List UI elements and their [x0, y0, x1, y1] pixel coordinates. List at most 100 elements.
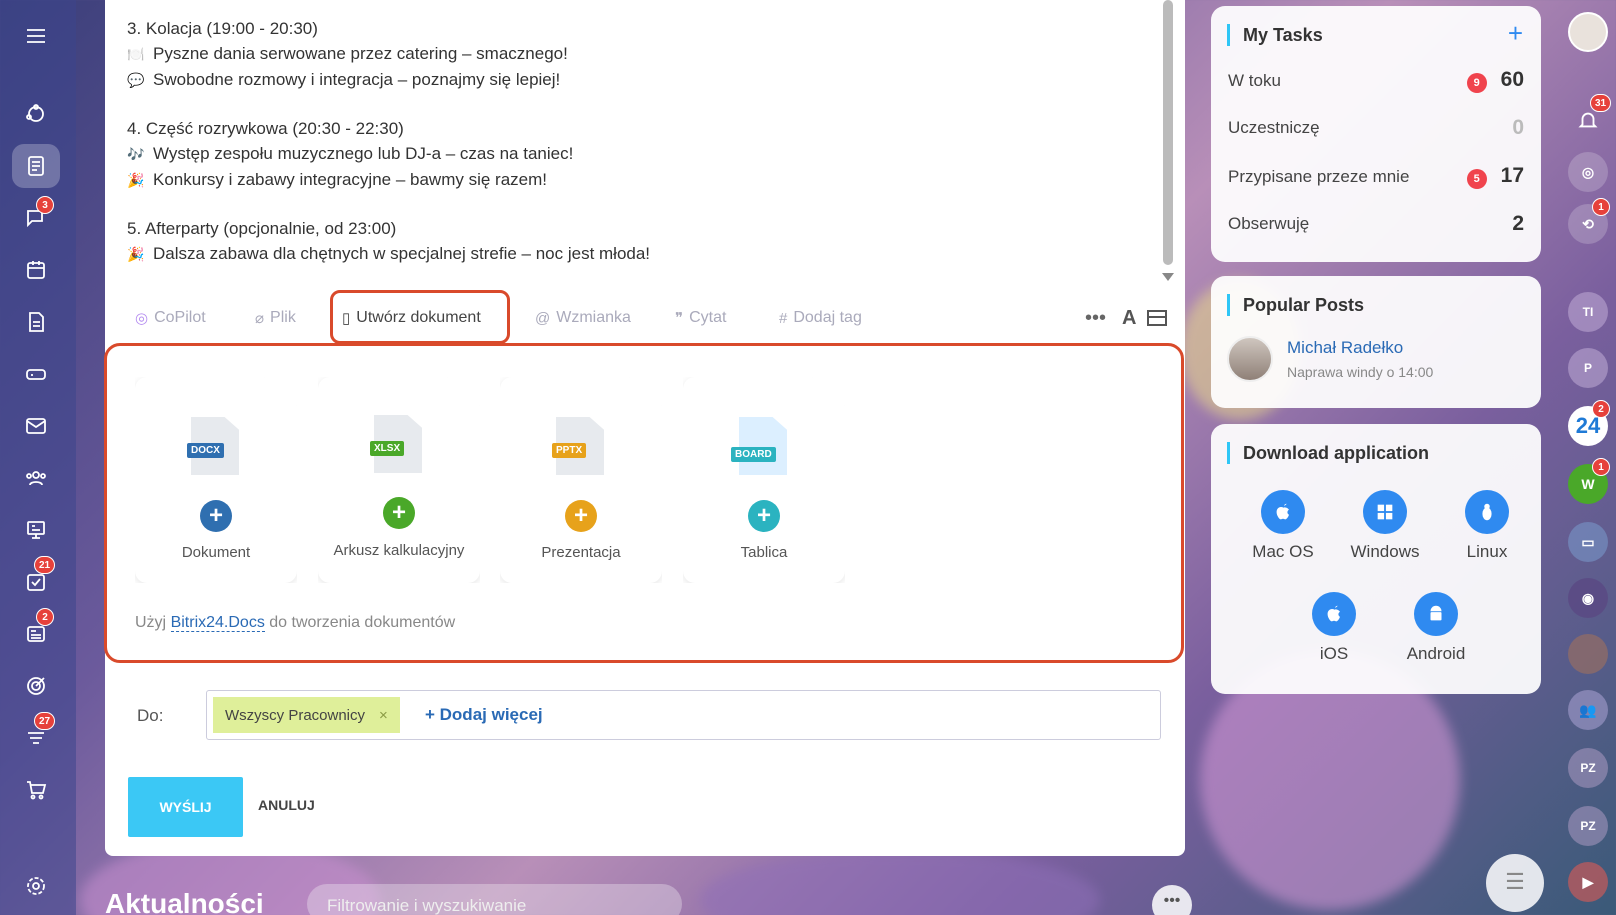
sync-icon[interactable]: ⟲ 1	[1568, 198, 1610, 244]
file-button[interactable]: ⌀ Plik	[255, 302, 296, 334]
chat-nav-icon[interactable]: 3	[12, 196, 60, 240]
post-author-link[interactable]: Michał Radełko	[1287, 338, 1403, 358]
download-macos[interactable]: Mac OS	[1233, 490, 1333, 562]
send-button[interactable]: WYŚLIJ	[128, 777, 243, 837]
tile-spreadsheet[interactable]: XLSX + Arkusz kalkulacyjny	[318, 377, 480, 583]
author-avatar[interactable]	[1227, 336, 1273, 382]
download-app-widget: Download application Mac OS Windows Linu…	[1211, 424, 1541, 694]
post-line: 🎉 Konkursy i zabawy integracyjne – bawmy …	[127, 167, 650, 193]
post-line-text: 4. Część rozrywkowa (20:30 - 22:30)	[127, 119, 404, 138]
tile-board[interactable]: BOARD + Tablica	[683, 377, 845, 583]
news-nav-icon[interactable]: 2	[12, 608, 60, 656]
android-icon	[1414, 592, 1458, 636]
copilot-nav-icon[interactable]	[12, 92, 60, 136]
post-line: 💬 Swobodne rozmowy i integracja – poznajm…	[127, 67, 650, 93]
task-row-assigned-by-me[interactable]: Przypisane przeze mnie 5 17	[1228, 164, 1524, 189]
post-line-text: Dalsza zabawa dla chętnych w specjalnej …	[153, 244, 651, 263]
rail-avatar-w-label: W	[1581, 476, 1595, 492]
feed-nav-icon[interactable]	[12, 144, 60, 188]
calendar-nav-icon[interactable]	[12, 248, 60, 292]
task-row-label: Uczestniczę	[1228, 118, 1320, 137]
task-row-following[interactable]: Obserwuję 2	[1228, 212, 1524, 236]
more-icon[interactable]: •••	[1085, 302, 1106, 334]
rail-item-icon[interactable]: ◉	[1568, 578, 1608, 618]
post-body[interactable]: 3. Kolacja (19:00 - 20:30) 🍽️ Pyszne dania…	[127, 16, 650, 267]
copilot-label: CoPilot	[154, 309, 206, 326]
workgroups-nav-icon[interactable]	[12, 508, 60, 552]
documents-nav-icon[interactable]	[12, 300, 60, 344]
docx-tag: DOCX	[187, 443, 224, 458]
tile-label: Arkusz kalkulacyjny	[333, 542, 465, 559]
rail-avatar-p[interactable]: P	[1568, 348, 1608, 388]
scroll-down-arrow-icon[interactable]	[1162, 273, 1174, 281]
menu-icon[interactable]	[14, 14, 58, 58]
emoji-icon: 🎶	[127, 146, 145, 162]
group-icon[interactable]: 👥	[1568, 690, 1608, 730]
cancel-button[interactable]: ANULUJ	[258, 797, 315, 813]
user-avatar[interactable]	[1568, 12, 1608, 52]
bell-icon[interactable]: 31	[1568, 94, 1612, 140]
apple-icon	[1261, 490, 1305, 534]
cart-nav-icon[interactable]	[12, 768, 60, 812]
recipient-chip-label: Wszyscy Pracownicy	[225, 706, 366, 724]
download-linux[interactable]: Linux	[1437, 490, 1537, 562]
rail-avatar-ti[interactable]: TI	[1568, 292, 1608, 332]
task-row-in-progress[interactable]: W toku 9 60	[1228, 68, 1524, 93]
post-subtitle[interactable]: Naprawa windy o 14:00	[1287, 364, 1433, 380]
create-document-highlight	[330, 290, 510, 344]
bitrix-docs-link[interactable]: Bitrix24.Docs	[170, 614, 265, 632]
plus-icon[interactable]: +	[565, 500, 597, 532]
add-task-icon[interactable]: +	[1508, 18, 1523, 49]
recipients-field[interactable]: Wszyscy Pracownicy × + Dodaj więcej	[206, 690, 1161, 740]
emoji-icon: 🎉	[127, 172, 145, 188]
quote-button[interactable]: ❞ Cytat	[675, 302, 726, 334]
settings-nav-icon[interactable]	[12, 864, 60, 908]
emoji-icon: 🍽️	[127, 46, 145, 62]
post-line: 🍽️ Pyszne dania serwowane przez catering …	[127, 41, 650, 67]
mail-nav-icon[interactable]	[12, 404, 60, 448]
task-row-participating[interactable]: Uczestniczę 0	[1228, 116, 1524, 140]
docs-note: Użyj Bitrix24.Docs do tworzenia dokument…	[135, 614, 455, 632]
add-tag-button[interactable]: # Dodaj tag	[779, 302, 862, 334]
post-line-text: 5. Afterparty (opcjonalnie, od 23:00)	[127, 219, 397, 238]
quote-icon: ❞	[675, 310, 684, 327]
download-ios[interactable]: iOS	[1284, 592, 1384, 664]
text-format-icon[interactable]: A	[1122, 302, 1136, 334]
chat-rail-icon[interactable]: ▭	[1568, 522, 1608, 562]
target-nav-icon[interactable]	[12, 664, 60, 708]
recipient-chip[interactable]: Wszyscy Pracownicy ×	[213, 697, 400, 733]
feed-more-icon[interactable]: •••	[1152, 885, 1192, 915]
video-call-icon[interactable]: ▶	[1568, 862, 1608, 902]
copilot-rail-icon[interactable]: ◎	[1568, 152, 1608, 192]
add-more-recipients-link[interactable]: + Dodaj więcej	[425, 705, 543, 725]
employees-nav-icon[interactable]	[12, 456, 60, 500]
plus-icon[interactable]: +	[383, 497, 415, 529]
download-label: iOS	[1319, 644, 1349, 663]
remove-chip-icon[interactable]: ×	[379, 707, 388, 724]
bitrix24-icon[interactable]: 24 2	[1568, 400, 1610, 446]
rail-avatar-pz-1[interactable]: PZ	[1568, 748, 1608, 788]
task-row-count: 2	[1512, 212, 1524, 235]
tasks-nav-icon[interactable]: 21	[12, 556, 60, 604]
funnel-nav-icon[interactable]: 27	[12, 712, 60, 760]
rail-avatar-pz-2[interactable]: PZ	[1568, 806, 1608, 846]
post-line: 3. Kolacja (19:00 - 20:30)	[127, 16, 650, 41]
copilot-button[interactable]: ◎ CoPilot	[135, 302, 206, 334]
editor-layout-icon[interactable]	[1147, 302, 1167, 334]
chat-badge: 3	[36, 196, 54, 214]
scrollbar[interactable]	[1163, 0, 1173, 265]
download-android[interactable]: Android	[1386, 592, 1486, 664]
rail-avatar-photo[interactable]	[1568, 634, 1608, 674]
download-windows[interactable]: Windows	[1335, 490, 1435, 562]
rail-avatar-w[interactable]: W 1	[1568, 458, 1610, 504]
feed-filter-input[interactable]: Filtrowanie i wyszukiwanie	[307, 884, 682, 915]
mention-button[interactable]: @ Wzmianka	[535, 302, 631, 334]
drive-nav-icon[interactable]	[12, 352, 60, 396]
tile-presentation[interactable]: PPTX + Prezentacja	[500, 377, 662, 583]
hash-icon: #	[779, 309, 788, 327]
plus-icon[interactable]: +	[748, 500, 780, 532]
plus-icon[interactable]: +	[200, 500, 232, 532]
chat-list-icon[interactable]: ☰	[1486, 854, 1544, 912]
tile-label: Dokument	[181, 544, 251, 561]
tile-document[interactable]: DOCX + Dokument	[135, 377, 297, 583]
